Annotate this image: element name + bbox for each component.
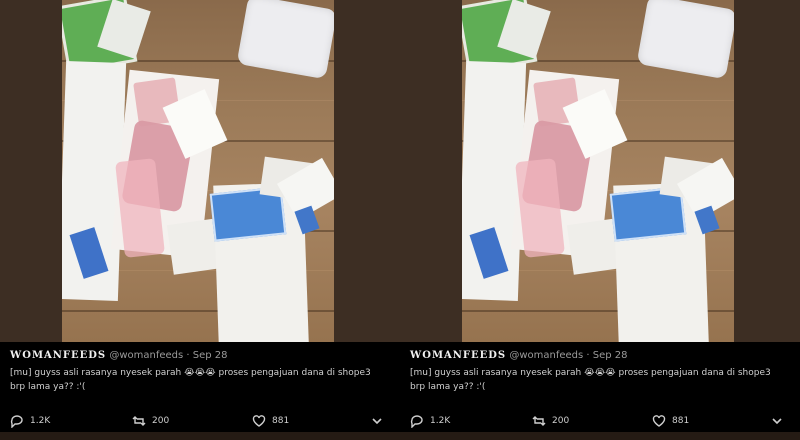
chevron-down-icon (370, 414, 384, 428)
reply-button[interactable]: 1.2K (410, 414, 451, 429)
like-button[interactable]: 881 (652, 414, 689, 428)
reply-count: 1.2K (430, 416, 451, 426)
bottom-strip (0, 432, 400, 440)
comment-icon (410, 414, 424, 429)
tweet-text: [mu] guyss asli rasanya nyesek parah 😭😭😭… (410, 368, 771, 392)
retweet-icon (532, 414, 546, 428)
retweet-icon (132, 414, 146, 428)
retweet-count: 200 (552, 416, 570, 426)
author-name[interactable]: WOMANFEEDS (410, 350, 506, 361)
retweet-button[interactable]: 200 (532, 414, 569, 428)
heart-icon (252, 414, 266, 428)
tweet-screenshot-right: WOMANFEEDS @womanfeeds · Sep 28 [mu] guy… (400, 0, 800, 440)
heart-icon (652, 414, 666, 428)
more-options-button[interactable] (770, 414, 784, 428)
author-handle[interactable]: @womanfeeds (109, 350, 183, 361)
comment-icon (10, 414, 24, 429)
tweet-photo[interactable] (462, 0, 734, 342)
reply-count: 1.2K (30, 416, 51, 426)
tweet-author-line: WOMANFEEDS @womanfeeds · Sep 28 (10, 350, 390, 361)
reply-button[interactable]: 1.2K (10, 414, 51, 429)
tweet-photo[interactable] (62, 0, 334, 342)
bottom-strip (400, 432, 800, 440)
bubble-wrap (236, 0, 334, 80)
retweet-count: 200 (152, 416, 170, 426)
retweet-button[interactable]: 200 (132, 414, 169, 428)
like-count: 881 (672, 416, 690, 426)
author-name[interactable]: WOMANFEEDS (10, 350, 106, 361)
tweet-card: WOMANFEEDS @womanfeeds · Sep 28 [mu] guy… (0, 342, 400, 440)
bubble-wrap (636, 0, 734, 80)
like-count: 881 (272, 416, 290, 426)
tweet-screenshot-left: WOMANFEEDS @womanfeeds · Sep 28 [mu] guy… (0, 0, 400, 440)
tweet-actions: 1.2K 200 881 (400, 412, 800, 432)
tweet-date[interactable]: · Sep 28 (586, 350, 627, 361)
tweet-card: WOMANFEEDS @womanfeeds · Sep 28 [mu] guy… (400, 342, 800, 440)
chevron-down-icon (770, 414, 784, 428)
author-handle[interactable]: @womanfeeds (509, 350, 583, 361)
tweet-date[interactable]: · Sep 28 (186, 350, 227, 361)
tweet-author-line: WOMANFEEDS @womanfeeds · Sep 28 (410, 350, 790, 361)
like-button[interactable]: 881 (252, 414, 289, 428)
more-options-button[interactable] (370, 414, 384, 428)
tweet-actions: 1.2K 200 881 (0, 412, 400, 432)
tweet-text: [mu] guyss asli rasanya nyesek parah 😭😭😭… (10, 368, 371, 392)
